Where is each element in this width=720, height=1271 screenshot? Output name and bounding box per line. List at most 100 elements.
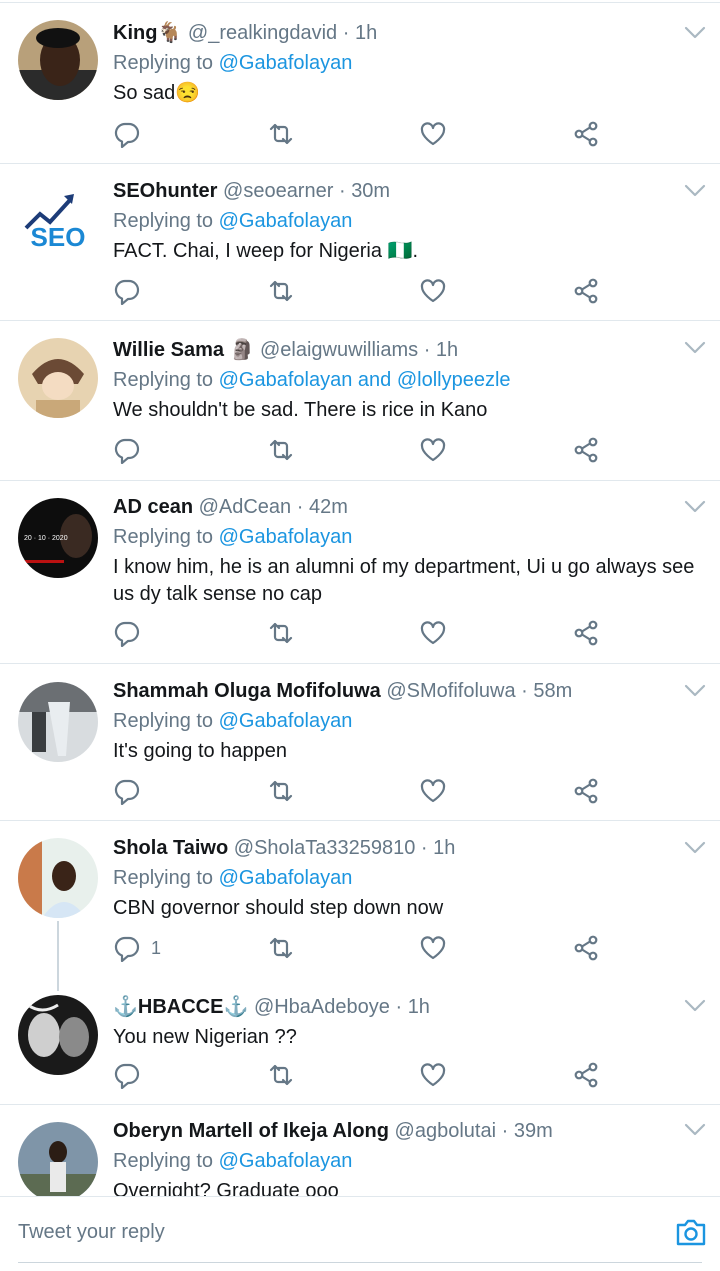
reply-input[interactable]: Tweet your reply (18, 1221, 165, 1244)
mention-link[interactable]: @lollypeezle (397, 369, 511, 391)
avatar[interactable] (18, 838, 98, 918)
retweet-icon (267, 1061, 295, 1089)
camera-icon[interactable] (674, 1215, 708, 1249)
avatar[interactable] (18, 682, 98, 762)
like-button[interactable] (419, 934, 447, 962)
display-name[interactable]: Oberyn Martell of Ikeja Along (113, 1120, 389, 1142)
reply-icon (113, 777, 141, 805)
chevron-down-icon[interactable] (684, 341, 706, 355)
separator-dot: · (395, 996, 403, 1018)
tweet-item[interactable]: SEO SEOhunter @seoearner · 30m Replying … (0, 164, 720, 320)
timestamp[interactable]: 39m (514, 1120, 553, 1142)
retweet-button[interactable] (267, 1061, 295, 1089)
mention-link[interactable]: @Gabafolayan (219, 867, 353, 889)
reply-button[interactable] (113, 1061, 141, 1089)
share-button[interactable] (572, 619, 600, 647)
display-name[interactable]: Shola Taiwo (113, 837, 228, 859)
mention-link[interactable]: @Gabafolayan (219, 1150, 353, 1172)
tweet-item[interactable]: ⚓HBACCE⚓ @HbaAdeboye · 1h You new Nigeri… (0, 981, 720, 1104)
tweet-header: King🐐 @_realkingdavid · 1h (113, 20, 700, 46)
replying-prefix: Replying to (113, 867, 214, 889)
mention-link[interactable]: @Gabafolayan (219, 210, 353, 232)
user-handle[interactable]: @_realkingdavid (188, 22, 337, 44)
like-button[interactable] (419, 1061, 447, 1089)
display-name[interactable]: SEOhunter (113, 180, 217, 202)
chevron-down-icon[interactable] (684, 184, 706, 198)
tweet-item[interactable]: Shammah Oluga Mofifoluwa @SMofifoluwa · … (0, 664, 720, 820)
retweet-button[interactable] (267, 277, 295, 305)
chevron-down-icon[interactable] (684, 1123, 706, 1137)
share-icon (572, 120, 600, 148)
share-button[interactable] (572, 277, 600, 305)
like-button[interactable] (419, 120, 447, 148)
mention-link[interactable]: @Gabafolayan (219, 52, 353, 74)
share-button[interactable] (572, 934, 600, 962)
like-button[interactable] (419, 619, 447, 647)
separator-dot: · (521, 680, 528, 702)
reply-composer: Tweet your reply (0, 1196, 720, 1271)
chevron-down-icon[interactable] (684, 684, 706, 698)
timestamp[interactable]: 1h (436, 339, 458, 361)
reply-button[interactable] (113, 277, 141, 305)
avatar[interactable]: 20 · 10 · 2020 (18, 498, 98, 578)
user-handle[interactable]: @AdCean (199, 496, 292, 518)
avatar-seo-text: SEO (31, 222, 86, 252)
user-handle[interactable]: @elaigwuwilliams (260, 339, 418, 361)
tweet-item[interactable]: 20 · 10 · 2020 AD cean @AdCean · 42m Rep… (0, 481, 720, 663)
user-handle[interactable]: @seoearner (223, 180, 333, 202)
like-button[interactable] (419, 277, 447, 305)
share-button[interactable] (572, 120, 600, 148)
separator-dot: · (296, 496, 304, 518)
tweet-text: It's going to happen (113, 740, 287, 762)
retweet-button[interactable] (267, 934, 295, 962)
tweet-item[interactable]: Shola Taiwo @SholaTa33259810 · 1h Replyi… (0, 821, 720, 991)
display-name[interactable]: Willie Sama 🗿 (113, 339, 254, 361)
like-button[interactable] (419, 436, 447, 464)
reply-button[interactable]: 1 (113, 934, 161, 962)
retweet-button[interactable] (267, 120, 295, 148)
display-name[interactable]: Shammah Oluga Mofifoluwa (113, 680, 381, 702)
reply-button[interactable] (113, 777, 141, 805)
timestamp[interactable]: 1h (355, 22, 377, 44)
share-button[interactable] (572, 1061, 600, 1089)
reply-button[interactable] (113, 120, 141, 148)
timestamp[interactable]: 30m (351, 180, 390, 202)
user-handle[interactable]: @SholaTa33259810 (234, 837, 416, 859)
retweet-button[interactable] (267, 777, 295, 805)
tweet-item[interactable]: King🐐 @_realkingdavid · 1h Replying to @… (0, 0, 720, 164)
timestamp[interactable]: 1h (408, 996, 430, 1018)
share-button[interactable] (572, 436, 600, 464)
avatar[interactable] (18, 1122, 98, 1196)
reply-button[interactable] (113, 619, 141, 647)
user-handle[interactable]: @SMofifoluwa (386, 680, 515, 702)
chevron-down-icon[interactable] (684, 26, 706, 40)
timestamp[interactable]: 1h (433, 837, 455, 859)
mention-link[interactable]: @Gabafolayan (219, 526, 353, 548)
chevron-down-icon[interactable] (684, 841, 706, 855)
timestamp[interactable]: 58m (533, 680, 572, 702)
avatar[interactable] (18, 995, 98, 1075)
avatar[interactable]: SEO (18, 180, 98, 260)
chevron-down-icon[interactable] (684, 999, 706, 1013)
tweet-item[interactable]: Oberyn Martell of Ikeja Along @agbolutai… (0, 1105, 720, 1196)
like-button[interactable] (419, 777, 447, 805)
timestamp[interactable]: 42m (309, 496, 348, 518)
share-button[interactable] (572, 777, 600, 805)
retweet-button[interactable] (267, 436, 295, 464)
action-bar (113, 277, 613, 305)
tweet-item[interactable]: Willie Sama 🗿 @elaigwuwilliams · 1h Repl… (0, 321, 720, 480)
reply-button[interactable] (113, 436, 141, 464)
replying-prefix: Replying to (113, 710, 214, 732)
avatar[interactable] (18, 20, 98, 100)
user-handle[interactable]: @agbolutai (395, 1120, 496, 1142)
avatar[interactable] (18, 338, 98, 418)
retweet-button[interactable] (267, 619, 295, 647)
share-icon (572, 277, 600, 305)
display-name[interactable]: ⚓HBACCE⚓ (113, 996, 248, 1018)
mention-link[interactable]: @Gabafolayan (219, 369, 353, 391)
mention-link[interactable]: @Gabafolayan (219, 710, 353, 732)
user-handle[interactable]: @HbaAdeboye (254, 996, 390, 1018)
display-name[interactable]: AD cean (113, 496, 193, 518)
chevron-down-icon[interactable] (684, 500, 706, 514)
display-name[interactable]: King🐐 (113, 22, 182, 44)
